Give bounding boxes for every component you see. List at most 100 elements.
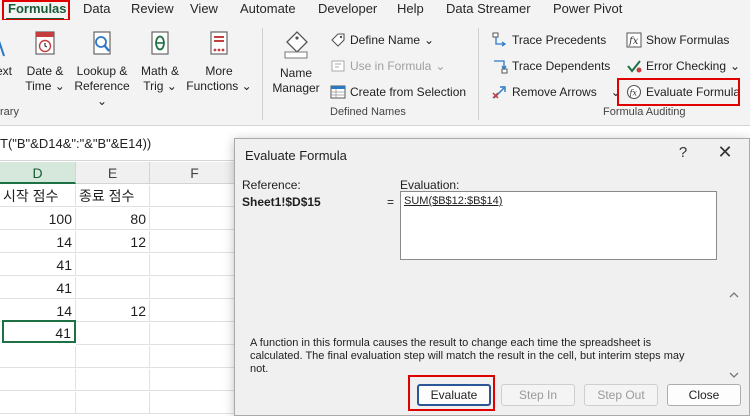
cell-f-header[interactable] [150,185,240,207]
evaluation-textbox[interactable]: SUM($B$12:$B$14) [400,191,717,260]
cell-e[interactable] [76,277,150,299]
trace-precedents-button[interactable]: Trace Precedents [492,32,606,48]
cell-empty[interactable] [0,369,76,391]
column-header-e[interactable]: E [76,162,150,184]
magnifier-icon [93,31,111,55]
cell-empty[interactable] [0,392,76,414]
cell-empty[interactable] [150,346,240,368]
chevron-down-icon: ⌄ [51,79,65,93]
cell-empty[interactable] [76,346,150,368]
date-time-label-1: Date & [26,64,64,78]
formula-auditing-group-label: Formula Auditing [603,106,686,118]
use-in-formula-button[interactable]: Use in Formula ⌄ [330,58,445,74]
tab-data-streamer[interactable]: Data Streamer [446,1,531,16]
scroll-down-icon[interactable] [729,372,739,378]
chevron-down-icon: ⌄ [730,59,741,73]
math-trig-label-2: Trig [143,79,164,93]
define-name-button[interactable]: Define Name ⌄ [330,32,434,48]
cell-empty[interactable] [150,369,240,391]
defined-names-group-label: Defined Names [330,106,406,118]
show-formulas-label: Show Formulas [646,33,730,47]
more-functions-button[interactable]: More Functions ⌄ [186,28,252,94]
math-trig-button[interactable]: Math & Trig ⌄ [138,28,182,94]
cell-d[interactable]: 41 [0,254,76,276]
worksheet-grid[interactable]: D E F 시작 점수 종료 점수 100 80 14 12 41 41 14 … [0,162,240,416]
chevron-down-icon: ⌄ [600,85,621,99]
help-icon[interactable]: ? [675,144,691,161]
cell-e-header[interactable]: 종료 점수 [76,185,150,207]
cell-empty[interactable] [0,346,76,368]
tab-power-pivot[interactable]: Power Pivot [553,1,622,16]
column-header-f[interactable]: F [150,162,240,184]
group-divider [262,28,263,120]
use-in-formula-label: Use in Formula [350,59,432,73]
cell-d[interactable]: 14 [0,300,76,322]
close-button[interactable]: Close [667,384,741,406]
column-header-d[interactable]: D [0,162,76,184]
more-functions-label-2: Functions [186,79,239,93]
tab-help[interactable]: Help [397,1,424,16]
name-manager-button[interactable]: Name Manager [268,28,324,96]
error-checking-button[interactable]: Error Checking ⌄ [626,58,740,74]
close-icon[interactable]: ✕ [715,142,735,163]
function-library-group-label: rary [0,106,19,118]
dialog-title: Evaluate Formula [245,148,347,163]
cell-empty[interactable] [76,392,150,414]
tab-developer[interactable]: Developer [318,1,377,16]
trace-dependents-icon [494,60,508,74]
reference-value: Sheet1!$D$15 [242,195,321,209]
cell-f[interactable] [150,300,240,322]
cell-f[interactable] [150,231,240,253]
cell-f[interactable] [150,277,240,299]
tab-data[interactable]: Data [83,1,110,16]
tag-icon [331,33,345,47]
name-manager-label-1: Name [279,66,312,80]
vertical-scrollbar[interactable] [728,291,740,379]
text-functions-button[interactable]: ext [0,28,14,79]
cell-e[interactable] [76,323,150,345]
cell-d15-selected[interactable]: 41 [2,320,76,343]
cell-empty[interactable] [150,392,240,414]
lookup-reference-button[interactable]: Lookup & Reference ⌄ [72,28,132,109]
trace-precedents-icon [492,32,507,47]
evaluate-formula-label: Evaluate Formula [646,85,741,99]
formula-bar-text: T("B"&D14&":"&"B"&E14)) [0,136,152,151]
evaluate-button[interactable]: Evaluate [417,384,491,406]
cell-e[interactable]: 12 [76,231,150,253]
create-from-selection-label: Create from Selection [350,85,467,99]
calendar-clock-icon [35,31,55,55]
svg-text:fx: fx [629,89,638,98]
group-divider [478,28,479,120]
chevron-down-icon: ⌄ [96,94,108,108]
cell-e[interactable] [76,254,150,276]
scroll-up-icon[interactable] [729,292,739,298]
evaluation-expression: SUM($B$12:$B$14) [404,195,503,207]
tab-review[interactable]: Review [131,1,174,16]
remove-arrows-button[interactable]: Remove Arrows ⌄ [492,84,621,100]
cell-e[interactable]: 12 [76,300,150,322]
show-formulas-button[interactable]: fx Show Formulas [626,32,729,48]
text-icon [0,40,5,57]
cell-f[interactable] [150,208,240,230]
more-functions-label-1: More [205,64,233,78]
cell-d-header[interactable]: 시작 점수 [0,185,76,207]
tab-automate[interactable]: Automate [240,1,296,16]
date-time-button[interactable]: Date & Time ⌄ [22,28,68,94]
trace-dependents-button[interactable]: Trace Dependents [492,58,610,74]
evaluate-formula-button[interactable]: fx Evaluate Formula [626,84,740,100]
error-checking-icon [627,60,642,73]
create-from-selection-button[interactable]: Create from Selection [330,84,466,100]
evaluate-formula-icon: fx [626,84,642,100]
trace-precedents-label: Trace Precedents [512,33,607,47]
cell-e[interactable]: 80 [76,208,150,230]
cell-d[interactable]: 14 [0,231,76,253]
step-in-button[interactable]: Step In [501,384,575,406]
step-out-button[interactable]: Step Out [584,384,658,406]
cell-f[interactable] [150,323,240,345]
cell-d[interactable]: 41 [0,277,76,299]
cell-empty[interactable] [76,369,150,391]
cell-d[interactable]: 100 [0,208,76,230]
cell-f[interactable] [150,254,240,276]
tab-formulas[interactable]: Formulas [8,1,67,16]
tab-view[interactable]: View [190,1,218,16]
